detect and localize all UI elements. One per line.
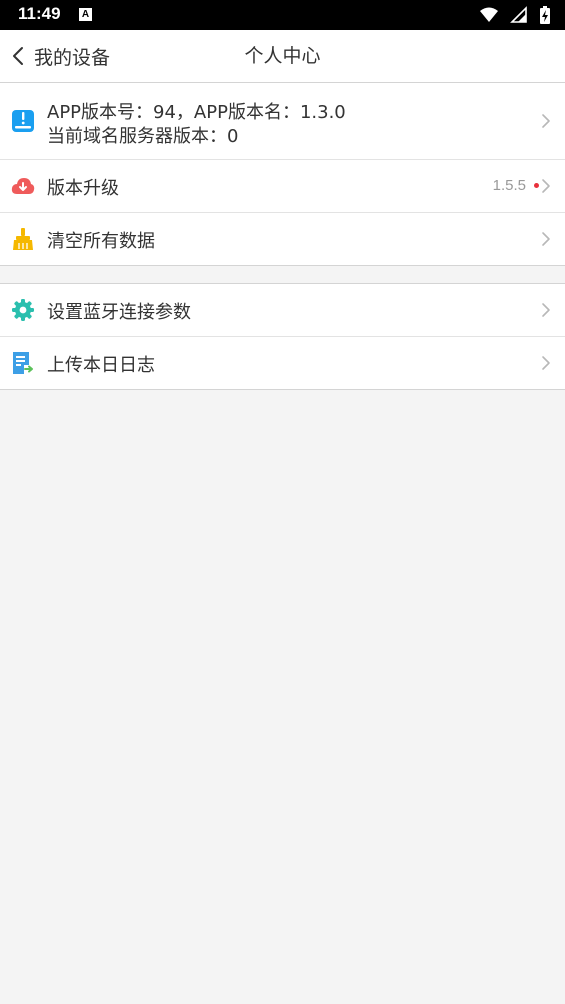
status-time: 11:49 [18,4,61,23]
settings-group-app: APP版本号：94，APP版本名：1.3.0 当前域名服务器版本：0 版本升级 … [0,83,565,266]
battery-charging-icon [540,6,550,24]
latest-version-value: 1.5.5 [492,177,526,194]
server-version-text: 当前域名服务器版本：0 [47,126,239,147]
back-label: 我的设备 [34,46,111,69]
cloud-download-icon [11,178,35,194]
back-button[interactable]: 我的设备 [12,30,110,82]
version-upgrade-row[interactable]: 版本升级 1.5.5 [0,159,565,212]
broom-icon [13,228,33,250]
chevron-right-icon [542,179,550,193]
chevron-right-icon [542,356,550,370]
chevron-left-icon [13,47,23,65]
upload-log-row[interactable]: 上传本日日志 [0,336,565,389]
version-upgrade-label: 版本升级 [47,178,119,199]
info-card-icon [12,110,34,132]
wifi-icon [479,7,498,22]
gear-icon [12,299,34,321]
clear-data-label: 清空所有数据 [47,231,155,252]
header-bar: 我的设备 个人中心 [0,30,565,83]
status-bar: 11:49 A [0,0,565,30]
bluetooth-settings-row[interactable]: 设置蓝牙连接参数 [0,284,565,336]
chevron-right-icon [542,303,550,317]
app-version-text: APP版本号：94，APP版本名：1.3.0 [47,102,346,123]
clear-data-row[interactable]: 清空所有数据 [0,212,565,265]
upload-log-icon [13,352,33,374]
update-badge-dot [534,183,539,188]
upload-log-label: 上传本日日志 [47,355,155,376]
cell-signal-icon [509,6,527,23]
chevron-right-icon [542,232,550,246]
settings-group-device: 设置蓝牙连接参数 上传本日日志 [0,283,565,390]
app-notification-icon: A [79,8,92,21]
app-version-info-row[interactable]: APP版本号：94，APP版本名：1.3.0 当前域名服务器版本：0 [0,83,565,159]
bluetooth-settings-label: 设置蓝牙连接参数 [47,302,191,323]
system-icons [479,6,551,24]
chevron-right-icon [542,114,550,128]
